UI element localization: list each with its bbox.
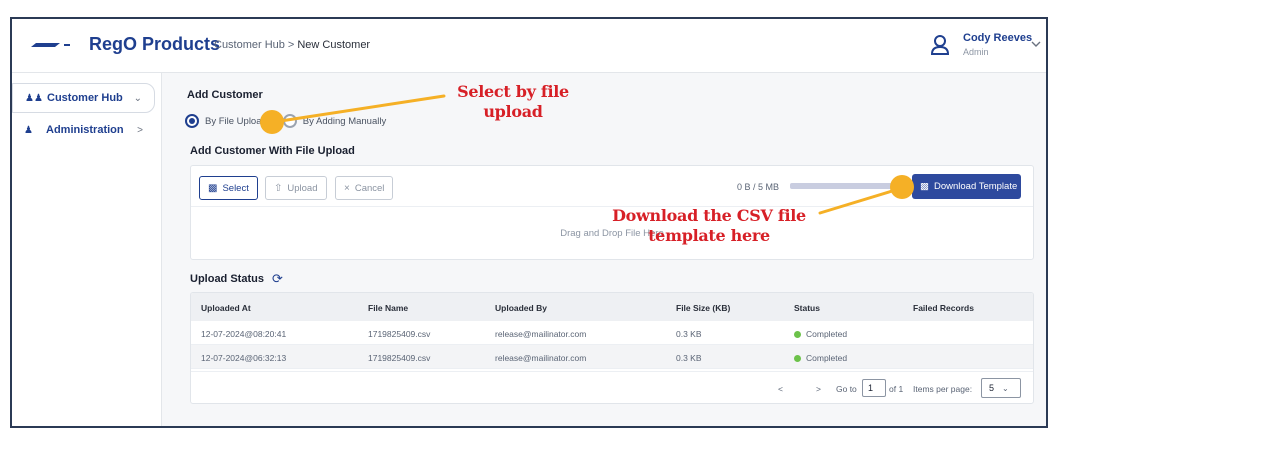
cell-status: Completed bbox=[794, 353, 847, 363]
sidebar-item-administration[interactable]: ♟ Administration > bbox=[12, 115, 155, 145]
status-success-icon bbox=[794, 355, 801, 362]
brand-name[interactable]: RegO Products bbox=[89, 34, 220, 55]
download-callout-line-1: Download the CSV file bbox=[612, 206, 806, 225]
app-window: RegO Products Customer Hub > New Customer … bbox=[10, 17, 1048, 428]
status-text: Completed bbox=[806, 353, 848, 363]
radio-manual[interactable] bbox=[282, 114, 297, 128]
cell-uploaded-at: 12-07-2024@06:32:13 bbox=[201, 353, 287, 363]
column-header: Status bbox=[794, 303, 820, 313]
sidebar-item-label: Customer Hub bbox=[47, 92, 123, 104]
table-row[interactable]: 12-07-2024@06:32:13 1719825409.csv relea… bbox=[191, 345, 1033, 369]
breadcrumb-separator-icon: > bbox=[287, 39, 295, 51]
chevron-down-icon: ⌄ bbox=[133, 92, 142, 104]
cell-uploaded-at: 12-07-2024@08:20:41 bbox=[201, 329, 287, 339]
upload-mode-radio-group: By File Upload By Adding Manually bbox=[185, 114, 386, 128]
user-avatar-icon[interactable] bbox=[930, 34, 950, 56]
main-content: Add Customer By File Upload By Adding Ma… bbox=[162, 73, 1046, 426]
column-header: File Size (KB) bbox=[676, 303, 731, 313]
items-per-page-select[interactable]: 5 ⌄ bbox=[981, 378, 1021, 398]
select-callout-line-2: upload bbox=[483, 102, 543, 121]
radio-file-upload[interactable] bbox=[185, 114, 199, 128]
column-header: Uploaded By bbox=[495, 303, 547, 313]
brand-logo-icon bbox=[31, 43, 70, 47]
users-icon: ♟♟ bbox=[25, 92, 43, 104]
upload-status-label: Upload Status bbox=[190, 273, 264, 285]
cell-uploaded-by: release@mailinator.com bbox=[495, 353, 587, 363]
refresh-icon[interactable]: ⟳ bbox=[272, 271, 283, 287]
upload-button-label: Upload bbox=[287, 182, 318, 194]
breadcrumb-customer-hub[interactable]: Customer Hub bbox=[214, 39, 285, 51]
chevron-down-icon: ⌄ bbox=[1002, 383, 1009, 393]
column-header: File Name bbox=[368, 303, 409, 313]
cell-file-size: 0.3 KB bbox=[676, 329, 702, 339]
sidebar-item-label: Administration bbox=[46, 124, 124, 136]
column-header: Failed Records bbox=[913, 303, 974, 313]
items-per-page-value: 5 bbox=[989, 383, 995, 393]
cell-file-name: 1719825409.csv bbox=[368, 353, 431, 363]
radio-manual-label[interactable]: By Adding Manually bbox=[303, 116, 386, 127]
select-callout-text: Select by file upload bbox=[438, 82, 588, 122]
file-icon: ▩ bbox=[208, 182, 218, 194]
close-icon: × bbox=[344, 182, 350, 194]
upload-button[interactable]: ⇧ Upload bbox=[265, 176, 327, 200]
page-number-input[interactable]: 1 bbox=[862, 379, 886, 397]
prev-page-icon[interactable]: < bbox=[778, 384, 783, 394]
download-callout-line-2: template here bbox=[648, 226, 770, 245]
upload-icon: ⇧ bbox=[274, 182, 283, 194]
pagination: < > Go to 1 of 1 Items per page: 5 ⌄ bbox=[191, 371, 1033, 403]
sidebar: ♟♟ Customer Hub ⌄ ♟ Administration > bbox=[12, 73, 162, 426]
section-title-file-upload: Add Customer With File Upload bbox=[190, 145, 355, 157]
page-title: Add Customer bbox=[187, 89, 263, 101]
upload-status-table: Uploaded At File Name Uploaded By File S… bbox=[190, 292, 1034, 404]
table-header: Uploaded At File Name Uploaded By File S… bbox=[191, 293, 1033, 321]
cancel-button[interactable]: × Cancel bbox=[335, 176, 394, 200]
breadcrumb: Customer Hub > New Customer bbox=[214, 39, 370, 51]
user-name[interactable]: Cody Reeves bbox=[963, 32, 1032, 44]
page-count: of 1 bbox=[889, 384, 904, 394]
cell-file-name: 1719825409.csv bbox=[368, 329, 431, 339]
file-size-progress-bar bbox=[790, 183, 900, 189]
cell-status: Completed bbox=[794, 329, 847, 339]
download-template-label: Download Template bbox=[933, 181, 1018, 192]
select-button-label: Select bbox=[222, 182, 249, 194]
chevron-right-icon: > bbox=[137, 124, 143, 136]
chevron-down-icon[interactable] bbox=[1030, 38, 1042, 50]
top-header: RegO Products Customer Hub > New Customer … bbox=[12, 19, 1046, 73]
file-icon: ▩ bbox=[920, 181, 929, 192]
cancel-button-label: Cancel bbox=[354, 182, 385, 194]
select-callout-line-1: Select by file bbox=[457, 82, 569, 101]
download-template-button[interactable]: ▩ Download Template bbox=[912, 174, 1021, 199]
person-icon: ♟ bbox=[24, 124, 33, 136]
cell-file-size: 0.3 KB bbox=[676, 353, 702, 363]
radio-file-upload-label[interactable]: By File Upload bbox=[205, 116, 267, 127]
goto-label: Go to bbox=[836, 384, 857, 394]
file-size-readout: 0 B / 5 MB bbox=[737, 182, 780, 192]
breadcrumb-current: New Customer bbox=[297, 39, 371, 51]
status-success-icon bbox=[794, 331, 801, 338]
next-page-icon[interactable]: > bbox=[816, 384, 821, 394]
download-callout-text: Download the CSV file template here bbox=[594, 206, 824, 246]
section-title-upload-status: Upload Status ⟳ bbox=[190, 271, 283, 287]
table-row[interactable]: 12-07-2024@08:20:41 1719825409.csv relea… bbox=[191, 321, 1033, 345]
status-text: Completed bbox=[806, 329, 848, 339]
select-button[interactable]: ▩ Select bbox=[199, 176, 258, 200]
sidebar-item-customer-hub[interactable]: ♟♟ Customer Hub ⌄ bbox=[12, 83, 155, 113]
items-per-page-label: Items per page: bbox=[913, 384, 973, 394]
column-header: Uploaded At bbox=[201, 303, 251, 313]
user-role: Admin bbox=[963, 47, 989, 57]
cell-uploaded-by: release@mailinator.com bbox=[495, 329, 587, 339]
